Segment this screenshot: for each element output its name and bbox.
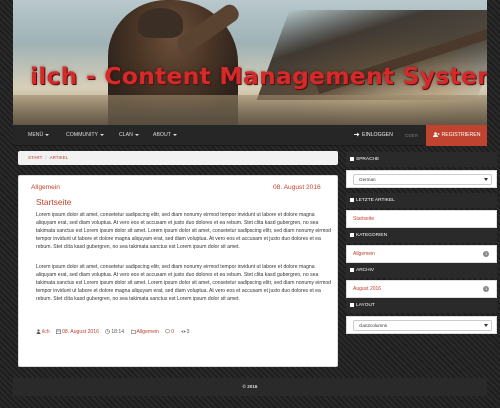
login-label: EINLOGGEN	[362, 132, 393, 138]
nav-about-label: ABOUT	[153, 132, 171, 138]
nav-menu-label: MENÜ	[28, 132, 44, 138]
banner-helmet	[138, 8, 183, 38]
clock-icon	[105, 329, 111, 334]
login-link[interactable]: EINLOGGEN	[354, 125, 393, 146]
time-value: 18:14	[111, 329, 125, 335]
breadcrumb: START / ARTIKEL	[18, 151, 338, 165]
language-select-value: German	[359, 177, 376, 182]
user-plus-icon	[432, 132, 440, 137]
language-select[interactable]: German	[353, 174, 492, 185]
footer: © 2016	[13, 378, 487, 396]
layout-select[interactable]: clan2columns	[353, 320, 492, 331]
table-icon	[350, 197, 354, 202]
nav-clan[interactable]: CLAN	[119, 125, 139, 146]
or-label: ODER	[405, 133, 419, 138]
main-navbar: MENÜ COMMUNITY CLAN ABOUT EINLOGGEN ODER…	[13, 125, 487, 146]
comment-icon	[165, 329, 171, 334]
breadcrumb-separator: /	[45, 155, 47, 160]
chevron-down-icon	[484, 324, 488, 327]
caret-down-icon	[45, 133, 50, 136]
sidebar-box-archiv: August 2016 1	[346, 280, 497, 298]
user-icon	[36, 329, 41, 334]
caret-down-icon	[100, 133, 104, 136]
comments-link[interactable]: 0	[171, 329, 174, 335]
eye-icon	[180, 330, 186, 333]
list-icon	[350, 156, 354, 161]
views-value: 3	[186, 329, 190, 335]
meta-time: 18:14	[105, 329, 125, 335]
author-link[interactable]: ilch	[42, 329, 50, 335]
sidebar-box-kategorien: Allgemein 1	[346, 245, 497, 263]
nav-about[interactable]: ABOUT	[153, 125, 177, 146]
nav-menu[interactable]: MENÜ	[28, 125, 50, 146]
table-icon	[350, 267, 354, 272]
category-count-badge: 1	[483, 251, 489, 257]
folder-icon	[130, 329, 136, 334]
list-icon	[350, 232, 354, 237]
meta-views: 3	[180, 329, 190, 335]
article-title[interactable]: Startseite	[36, 197, 71, 207]
layout-select-value: clan2columns	[359, 323, 388, 328]
archive-link[interactable]: August 2016	[353, 281, 381, 297]
meta-category: Allgemein	[130, 329, 161, 335]
article-paragraph-2: Lorem ipsum dolor sit amet, consetetur s…	[36, 264, 331, 302]
nav-clan-label: CLAN	[119, 132, 133, 138]
breadcrumb-article[interactable]: ARTIKEL	[50, 155, 69, 160]
caret-down-icon	[134, 133, 139, 136]
banner-ground	[13, 95, 487, 125]
caret-down-icon	[172, 133, 177, 136]
layout-title: LAYOUT	[356, 303, 375, 308]
sidebar-box-layout: clan2columns	[346, 316, 497, 334]
calendar-icon	[56, 329, 62, 334]
category-link[interactable]: Allgemein	[137, 329, 159, 335]
sidebar-heading-kategorien: KATEGORIEN	[346, 228, 497, 243]
archive-count-badge: 1	[483, 286, 489, 292]
category-sidebar-link[interactable]: Allgemein	[353, 246, 375, 262]
header-banner: ilch - Content Management System	[13, 0, 487, 125]
sidebar-heading-layout: LAYOUT	[346, 298, 497, 313]
recent-article-link[interactable]: Startseite	[353, 211, 374, 227]
breadcrumb-start[interactable]: START	[28, 155, 42, 160]
article-paragraph-1: Lorem ipsum dolor sit amet, consetetur s…	[36, 212, 331, 250]
register-label: REGISTRIEREN	[441, 132, 481, 138]
sidebar-heading-archiv: ARCHIV	[346, 263, 497, 278]
list-icon	[350, 302, 354, 307]
article-date: 08. August 2016	[273, 184, 321, 191]
site-title[interactable]: ilch - Content Management System	[30, 62, 487, 90]
chevron-down-icon	[484, 178, 488, 181]
sidebar-box-letzte-artikel: Startseite	[346, 210, 497, 228]
meta-comments: 0	[165, 329, 175, 335]
register-button[interactable]: REGISTRIEREN	[426, 125, 487, 146]
sign-in-icon	[354, 132, 360, 137]
sidebar-heading-letzte-artikel: LETZTE ARTIKEL	[346, 193, 497, 208]
letzte-title: LETZTE ARTIKEL	[356, 198, 395, 203]
sidebar-box-sprache: German	[346, 170, 497, 188]
article-category-link[interactable]: Allgemein	[31, 184, 60, 191]
archiv-title: ARCHIV	[356, 268, 375, 273]
article-meta: ilch 08. August 2016 18:14 Allgemein 0 3	[36, 329, 194, 335]
meta-author: ilch	[36, 329, 51, 335]
nav-community[interactable]: COMMUNITY	[66, 125, 104, 146]
sprache-title: SPRACHE	[356, 157, 380, 162]
kategorien-title: KATEGORIEN	[356, 233, 388, 238]
sidebar-heading-sprache: SPRACHE	[346, 152, 497, 167]
date-link[interactable]: 08. August 2016	[62, 329, 99, 335]
page-wrapper: ilch - Content Management System MENÜ CO…	[13, 0, 497, 398]
meta-date: 08. August 2016	[56, 329, 100, 335]
nav-community-label: COMMUNITY	[66, 132, 98, 138]
